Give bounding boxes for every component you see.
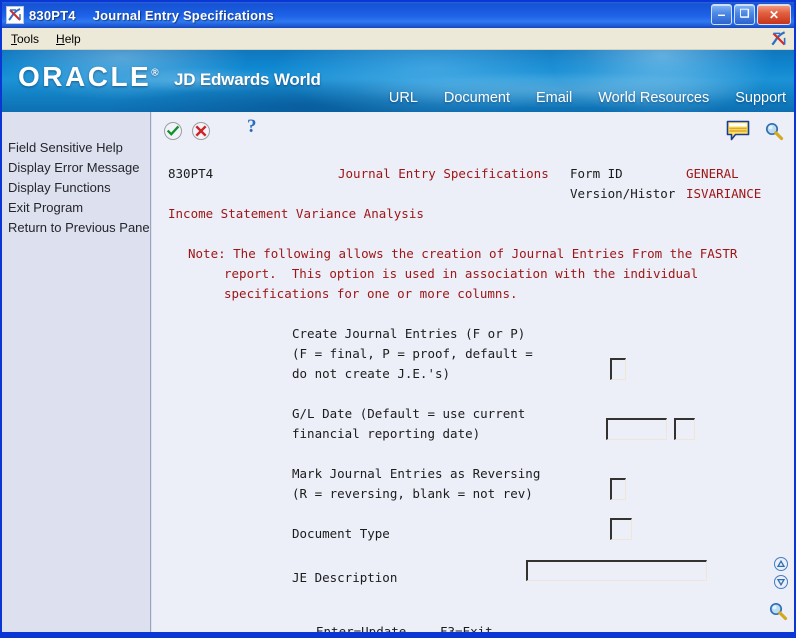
circle-down-arrow-icon <box>774 575 788 589</box>
banner-nav: URL Document Email World Resources Suppo… <box>389 90 786 106</box>
nav-link-support[interactable]: Support <box>735 90 786 106</box>
help-question-icon[interactable]: ? <box>247 116 257 138</box>
product-name: JD Edwards World <box>174 70 321 90</box>
create-je-label-line-2: (F = final, P = proof, default = <box>292 344 533 364</box>
registered-mark-icon: ® <box>151 68 158 79</box>
jde-logo-icon <box>770 30 788 48</box>
sidebar-item-return-to-previous-panel[interactable]: Return to Previous Pane <box>2 218 150 238</box>
window-title: 830PT4 Journal Entry Specifications <box>29 8 274 23</box>
menu-item-help[interactable]: Help <box>49 31 89 47</box>
maximize-button[interactable]: ❑ <box>734 4 755 25</box>
sidebar-item-exit-program[interactable]: Exit Program <box>2 198 150 218</box>
circle-up-arrow-icon <box>774 557 788 571</box>
program-id: 830PT4 <box>168 164 213 184</box>
note-icon[interactable] <box>726 120 750 142</box>
status-bar <box>2 632 794 636</box>
main-pane: ? <box>152 112 794 636</box>
gl-date-label-line-2: financial reporting date) <box>292 424 480 444</box>
document-type-label: Document Type <box>292 524 390 544</box>
mark-reversing-field[interactable] <box>610 478 626 500</box>
oracle-banner: ORACLE® JD Edwards World URL Document Em… <box>2 50 794 112</box>
version-label: Version/Histor <box>570 184 675 204</box>
oracle-logo: ORACLE® <box>18 63 159 91</box>
mark-reversing-label-line-1: Mark Journal Entries as Reversing <box>292 464 540 484</box>
red-x-icon[interactable] <box>192 122 210 140</box>
gl-date-field[interactable] <box>606 418 667 440</box>
form-toolbar: ? <box>152 116 794 146</box>
nav-link-url[interactable]: URL <box>389 90 418 106</box>
mark-reversing-label-line-2: (R = reversing, blank = not rev) <box>292 484 533 504</box>
window-code: 830PT4 <box>29 8 76 23</box>
note-line-1: Note: The following allows the creation … <box>188 244 737 264</box>
green-screen-form: 830PT4 Journal Entry Specifications Form… <box>152 146 794 636</box>
report-name: Income Statement Variance Analysis <box>168 204 424 224</box>
sidebar-item-display-functions[interactable]: Display Functions <box>2 178 150 198</box>
sidebar-item-field-sensitive-help[interactable]: Field Sensitive Help <box>2 138 150 158</box>
nav-link-email[interactable]: Email <box>536 90 572 106</box>
form-id-value: GENERAL <box>686 164 739 184</box>
nav-link-document[interactable]: Document <box>444 90 510 106</box>
form-id-label: Form ID <box>570 164 623 184</box>
note-line-3: specifications for one or more columns. <box>224 284 518 304</box>
title-bar: 830PT4 Journal Entry Specifications – ❑ ✕ <box>2 2 794 28</box>
window-controls: – ❑ ✕ <box>711 4 791 25</box>
create-je-label-line-1: Create Journal Entries (F or P) <box>292 324 525 344</box>
window-title-text: Journal Entry Specifications <box>93 8 274 23</box>
note-line-2: report. This option is used in associati… <box>224 264 698 284</box>
je-description-field[interactable] <box>526 560 707 581</box>
screen-title: Journal Entry Specifications <box>338 164 549 184</box>
close-button[interactable]: ✕ <box>757 4 791 25</box>
menu-item-tools[interactable]: Tools <box>4 31 47 47</box>
create-je-label-line-3: do not create J.E.'s) <box>292 364 450 384</box>
version-value: ISVARIANCE <box>686 184 761 204</box>
scroll-up-button[interactable] <box>774 557 788 571</box>
jde-app-icon <box>6 6 24 24</box>
menu-bar: Tools Help <box>2 28 794 50</box>
create-journal-entries-field[interactable] <box>610 358 626 380</box>
oracle-wordmark: ORACLE <box>18 61 151 92</box>
gl-date-label-line-1: G/L Date (Default = use current <box>292 404 525 424</box>
scroll-down-button[interactable] <box>774 575 788 589</box>
document-type-field[interactable] <box>610 518 632 540</box>
green-check-icon[interactable] <box>164 122 182 140</box>
maximize-icon: ❑ <box>735 5 754 24</box>
sidebar-item-display-error-message[interactable]: Display Error Message <box>2 158 150 178</box>
application-window: 830PT4 Journal Entry Specifications – ❑ ✕… <box>0 0 796 638</box>
je-description-label: JE Description <box>292 568 397 588</box>
minimize-button[interactable]: – <box>711 4 732 25</box>
magnifier-icon[interactable] <box>764 121 784 141</box>
magnifier-icon-bottom[interactable] <box>768 601 788 621</box>
content-area: Field Sensitive Help Display Error Messa… <box>2 112 794 636</box>
close-icon: ✕ <box>758 5 790 24</box>
minimize-icon: – <box>712 5 731 24</box>
gl-date-century-field[interactable] <box>674 418 695 440</box>
sidebar: Field Sensitive Help Display Error Messa… <box>2 112 151 636</box>
nav-link-world-resources[interactable]: World Resources <box>598 90 709 106</box>
